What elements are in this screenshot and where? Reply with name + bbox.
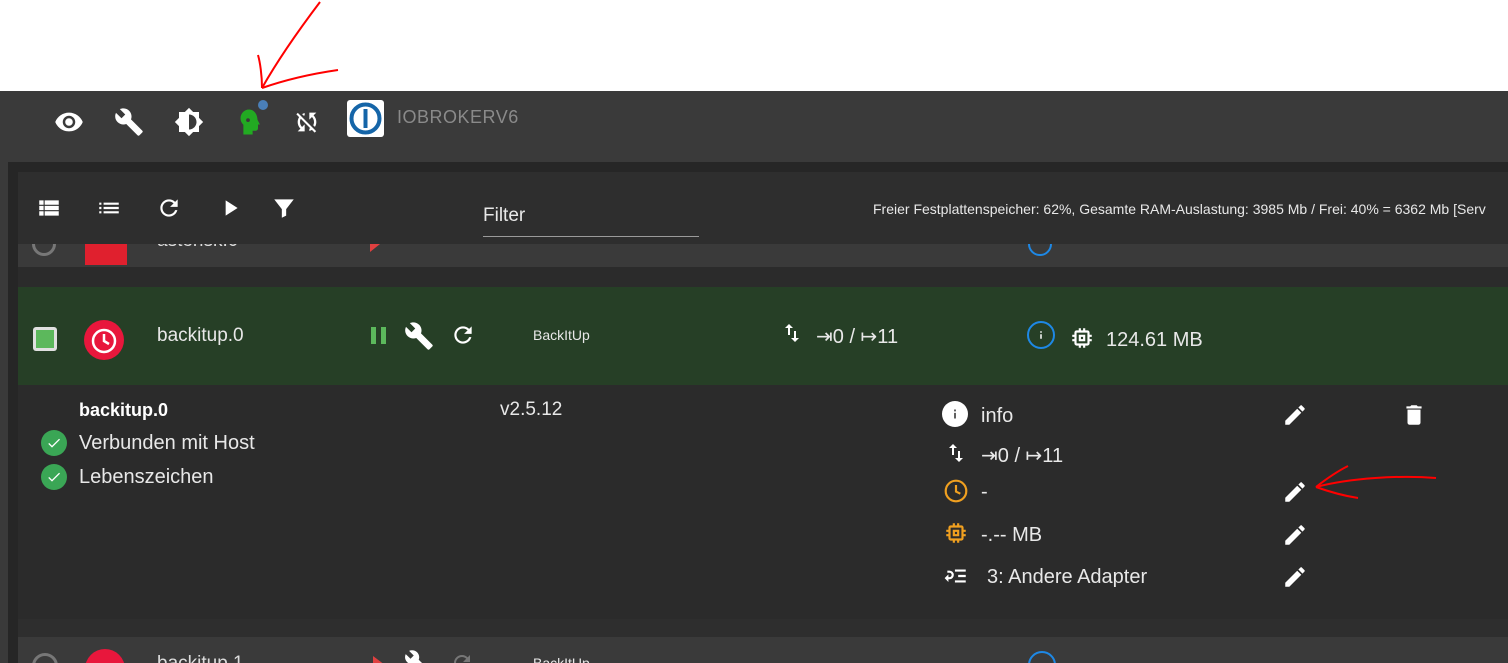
edit-icon[interactable]: [1282, 402, 1308, 433]
edit-icon[interactable]: [1282, 522, 1308, 553]
brightness-icon[interactable]: [172, 105, 206, 139]
sync-off-icon[interactable]: [290, 105, 324, 139]
memory-value: -.-- MB: [981, 524, 1043, 546]
alive-status: Lebenszeichen: [79, 466, 214, 488]
asterisk-logo: [85, 244, 127, 265]
info-icon[interactable]: [1028, 651, 1056, 663]
events-icon: [944, 440, 968, 471]
view-list-icon[interactable]: [32, 191, 66, 225]
events-value: ⇥0 / ↦11: [981, 445, 1064, 467]
pause-icon[interactable]: [370, 326, 390, 346]
memory-chip-icon: [1069, 325, 1095, 356]
brand-name: IOBROKERV6: [397, 107, 519, 127]
check-circle-icon: [41, 464, 67, 490]
eye-icon[interactable]: [52, 105, 86, 139]
restart-icon[interactable]: [450, 322, 476, 353]
info-icon: [942, 401, 968, 427]
expert-badge: [258, 100, 268, 110]
adapter-name: backitup.0: [157, 325, 244, 346]
wrench-icon[interactable]: [112, 105, 146, 139]
edit-icon[interactable]: [1282, 479, 1308, 510]
filter-input[interactable]: Filter: [483, 205, 525, 227]
backitup-logo: [85, 649, 125, 663]
info-icon[interactable]: [1028, 244, 1052, 256]
memory-chip-icon: [943, 520, 969, 551]
info-label: info: [981, 405, 1014, 427]
edit-icon[interactable]: [1282, 564, 1308, 595]
memory-value: 124.61 MB: [1106, 329, 1203, 351]
check-circle-icon: [41, 430, 67, 456]
play-icon[interactable]: [213, 191, 247, 225]
version: v2.5.12: [500, 399, 563, 420]
play-icon[interactable]: [370, 244, 380, 252]
group-value: 3: Andere Adapter: [987, 566, 1148, 588]
refresh-icon[interactable]: [152, 191, 186, 225]
adapter-row-active[interactable]: backitup.0 BackItUp ⇥0 / ↦11 124.61 MB: [18, 287, 1508, 385]
row-select-checkbox[interactable]: [32, 653, 58, 663]
details-name: backitup.0: [79, 400, 169, 420]
list-icon[interactable]: [92, 191, 126, 225]
backitup-logo: [84, 320, 124, 360]
clock-icon: [943, 478, 969, 509]
filter-icon[interactable]: [267, 191, 301, 225]
adapter-row-partial: backitup.1 BackItUp: [18, 637, 1508, 663]
row-select-checkbox[interactable]: [32, 244, 56, 256]
group-icon: [943, 563, 969, 594]
adapter-details: backitup.0 Verbunden mit Host Lebenszeic…: [18, 385, 1508, 619]
events-icon: [780, 320, 804, 351]
filter-underline: [483, 236, 699, 237]
schedule-value: -: [981, 481, 988, 503]
play-icon[interactable]: [373, 656, 385, 663]
row-select-checkbox[interactable]: [33, 327, 57, 351]
row-separator: [18, 267, 1508, 287]
info-icon[interactable]: [1027, 321, 1055, 349]
adapter-row-partial: asterisk.0: [18, 244, 1508, 267]
system-status: Freier Festplattenspeicher: 62%, Gesamte…: [873, 201, 1486, 217]
delete-icon[interactable]: [1401, 402, 1427, 433]
adapter-title: BackItUp: [533, 327, 590, 343]
wrench-icon[interactable]: [404, 321, 434, 356]
wrench-icon[interactable]: [404, 649, 430, 663]
adapter-title: BackItUp: [533, 655, 590, 663]
connected-status: Verbunden mit Host: [79, 432, 255, 454]
restart-icon[interactable]: [450, 651, 474, 663]
adapter-name: backitup.1: [157, 653, 244, 663]
expert-mode-icon[interactable]: [231, 105, 265, 139]
iobroker-logo: [347, 100, 384, 137]
events-value: ⇥0 / ↦11: [816, 326, 899, 348]
adapter-name: asterisk.0: [157, 244, 238, 252]
app-left-border: [0, 91, 8, 663]
